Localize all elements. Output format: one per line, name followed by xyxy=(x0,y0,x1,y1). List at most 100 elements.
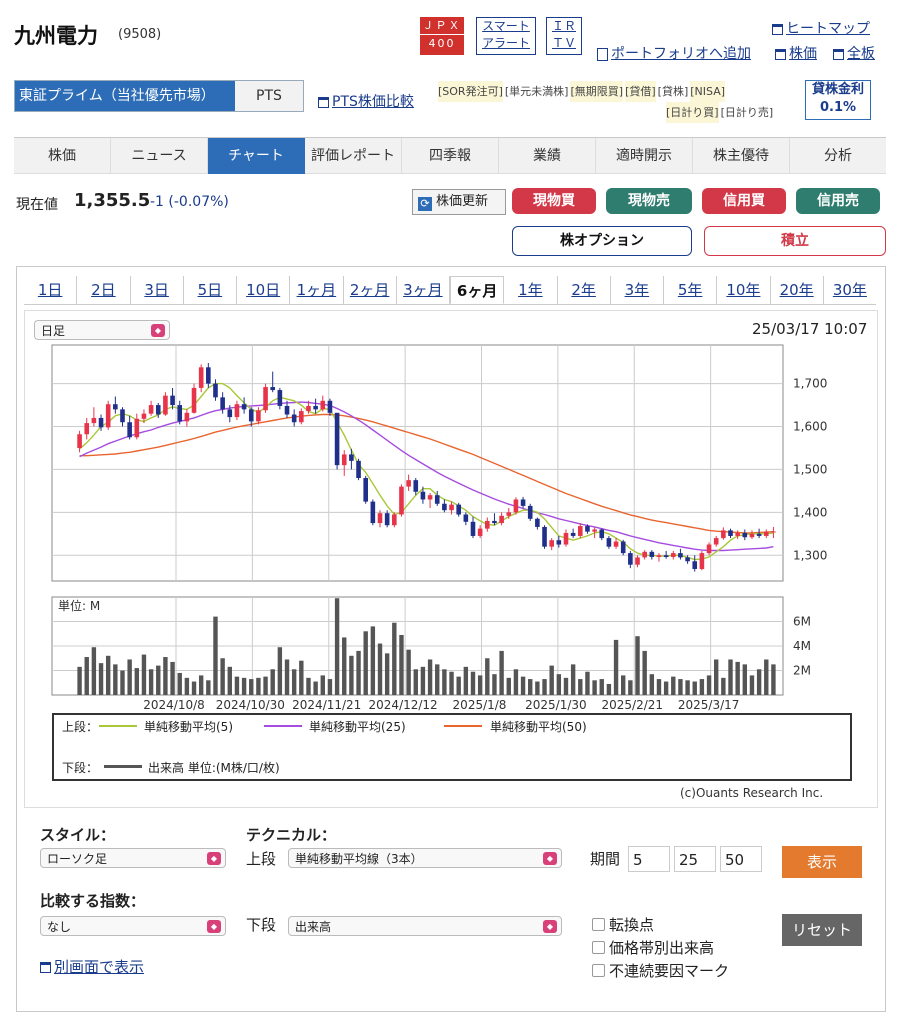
legend-volume-swatch xyxy=(104,765,142,768)
candle-body xyxy=(549,540,554,547)
volume-bar xyxy=(485,658,490,695)
volume-bar xyxy=(535,681,540,695)
volume-bar xyxy=(506,677,511,695)
volume-bar xyxy=(435,664,440,695)
volume-bar xyxy=(291,669,297,695)
candle-body xyxy=(413,480,419,492)
price-tick-label: 1,500 xyxy=(793,462,827,476)
candle-body xyxy=(513,499,519,513)
discontinuity-checkbox[interactable]: 不連続要因マーク xyxy=(592,960,729,981)
upper-label: 上段 xyxy=(246,850,277,868)
candle-body xyxy=(756,533,762,536)
volume-bar xyxy=(134,668,140,695)
candle-body xyxy=(184,412,190,422)
volume-bar xyxy=(764,659,769,695)
candle-body xyxy=(692,561,698,569)
candle-body xyxy=(227,409,233,418)
volume-bar xyxy=(299,660,304,695)
turning-point-label: 転換点 xyxy=(609,916,655,934)
chevron-down-icon: ◆ xyxy=(207,920,221,933)
candle-body xyxy=(771,531,776,533)
period-label: 期間 xyxy=(590,850,621,868)
candle-body xyxy=(148,405,154,414)
volume-bar xyxy=(721,677,726,695)
volume-bar xyxy=(542,679,547,695)
popout-link[interactable]: 別画面で表示 xyxy=(40,956,144,977)
reset-button[interactable]: リセット xyxy=(782,914,862,946)
candle-body xyxy=(377,513,383,524)
volume-bar xyxy=(256,677,261,695)
volume-bar xyxy=(599,679,604,695)
volume-bar xyxy=(370,626,376,695)
candle-body xyxy=(742,532,748,538)
candle-body xyxy=(334,412,340,466)
price-volume-checkbox[interactable]: 価格帯別出来高 xyxy=(592,937,714,958)
candle-body xyxy=(699,553,705,569)
candle-body xyxy=(763,531,769,536)
show-button[interactable]: 表示 xyxy=(782,846,862,878)
candle-body xyxy=(599,529,605,539)
candle-body xyxy=(613,541,619,547)
volume-bar xyxy=(241,677,247,695)
volume-bar xyxy=(520,676,526,695)
candle-body xyxy=(84,423,90,435)
candle-body xyxy=(191,387,197,413)
legend-ma50-swatch xyxy=(444,725,482,727)
period-input-1[interactable]: 5 xyxy=(628,846,670,872)
candle-body xyxy=(635,557,640,565)
volume-bar xyxy=(585,671,590,695)
volume-bar xyxy=(342,637,347,695)
volume-bar xyxy=(77,666,82,695)
volume-bar xyxy=(163,657,168,695)
volume-bar xyxy=(492,674,497,695)
candle-body xyxy=(320,400,326,410)
style-label: スタイル： xyxy=(40,826,116,844)
checkbox-icon xyxy=(592,941,605,954)
volume-bar xyxy=(420,666,426,695)
candle-body xyxy=(392,514,397,526)
candle-body xyxy=(542,526,547,547)
upper-technical-select[interactable]: 単純移動平均線（3本） ◆ xyxy=(288,848,562,868)
style-select[interactable]: ローソク足 ◆ xyxy=(40,848,226,868)
volume-bar xyxy=(578,679,583,695)
volume-bar xyxy=(363,631,368,695)
legend-ma25-label: 単純移動平均(25) xyxy=(309,720,406,734)
volume-bar xyxy=(234,676,240,695)
x-tick-label: 2025/3/17 xyxy=(678,698,740,712)
candle-body xyxy=(506,512,512,516)
turning-point-checkbox[interactable]: 転換点 xyxy=(592,914,654,935)
period-input-3[interactable]: 50 xyxy=(720,846,762,872)
candle-body xyxy=(749,533,755,538)
volume-bar xyxy=(105,655,111,695)
volume-bar xyxy=(313,681,318,695)
candle-body xyxy=(527,505,533,519)
candle-body xyxy=(570,532,576,536)
period-input-2[interactable]: 25 xyxy=(674,846,716,872)
volume-bar xyxy=(528,679,533,695)
legend-ma5-swatch xyxy=(99,725,137,727)
candle-body xyxy=(263,387,268,411)
chevron-down-icon: ◆ xyxy=(543,852,557,865)
volume-bar xyxy=(170,661,175,695)
volume-bar xyxy=(334,598,340,695)
candlestick-chart: 2024/10/8 2024/10/30 2024/11/21 2024/12/12 2… xyxy=(51,344,827,712)
candle-body xyxy=(141,413,147,419)
discontinuity-label: 不連続要因マーク xyxy=(609,962,730,980)
volume-bar xyxy=(706,675,712,695)
volume-bar xyxy=(713,659,719,695)
candle-body xyxy=(384,513,390,526)
volume-bar xyxy=(685,680,690,695)
lower-technical-select[interactable]: 出来高 ◆ xyxy=(288,916,562,936)
price-tick-label: 1,700 xyxy=(793,377,827,391)
candle-body xyxy=(420,491,426,500)
volume-bar xyxy=(749,675,755,695)
volume-bar xyxy=(570,664,576,695)
upper-technical-value: 単純移動平均線（3本） xyxy=(295,852,423,866)
compare-select[interactable]: なし ◆ xyxy=(40,916,226,936)
candle-body xyxy=(363,478,368,502)
volume-bar xyxy=(513,669,519,695)
price-tick-label: 1,400 xyxy=(793,505,827,519)
candle-body xyxy=(456,504,461,515)
volume-bar xyxy=(699,679,705,695)
legend-volume-label: 出来高 単位:(M株/口/枚) xyxy=(148,761,280,775)
